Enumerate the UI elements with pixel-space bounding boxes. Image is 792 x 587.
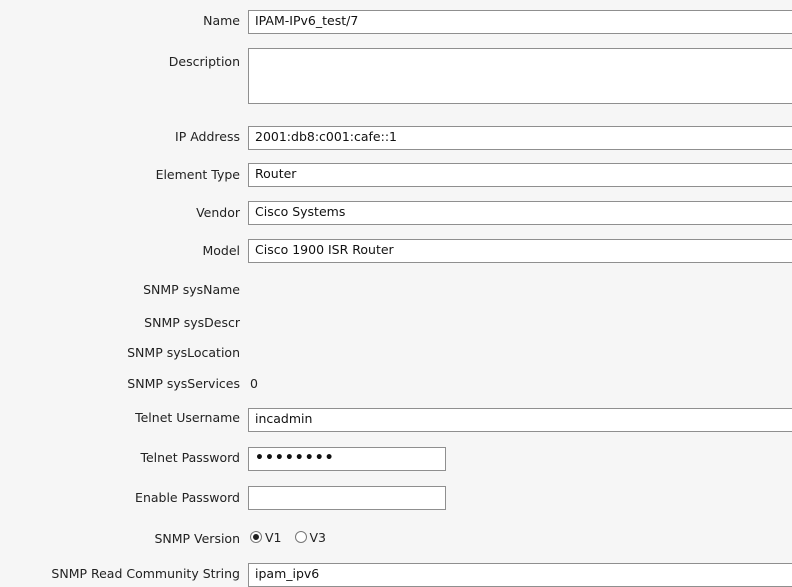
snmp-sysname-label: SNMP sysName bbox=[143, 282, 240, 297]
ip-address-input[interactable]: 2001:db8:c001:cafe::1 bbox=[248, 126, 792, 150]
snmp-sysservices-label: SNMP sysServices bbox=[127, 376, 240, 391]
telnet-password-input[interactable]: •••••••• bbox=[248, 447, 446, 471]
telnet-username-input[interactable]: incadmin bbox=[248, 408, 792, 432]
snmp-version-v3-option[interactable]: V3 bbox=[294, 530, 327, 545]
snmp-version-v3-label: V3 bbox=[309, 530, 327, 545]
snmp-syslocation-label: SNMP sysLocation bbox=[127, 345, 240, 360]
name-label: Name bbox=[203, 13, 240, 28]
element-type-value: Router bbox=[255, 166, 297, 181]
description-textarea[interactable] bbox=[248, 48, 792, 104]
enable-password-label: Enable Password bbox=[135, 490, 240, 505]
model-label: Model bbox=[202, 243, 240, 258]
vendor-value: Cisco Systems bbox=[255, 204, 346, 219]
element-type-label: Element Type bbox=[155, 167, 240, 182]
telnet-username-label: Telnet Username bbox=[135, 410, 240, 425]
snmp-read-community-label: SNMP Read Community String bbox=[51, 566, 240, 581]
vendor-label: Vendor bbox=[196, 205, 240, 220]
enable-password-input[interactable] bbox=[248, 486, 446, 510]
ip-address-label: IP Address bbox=[175, 129, 240, 144]
element-type-select[interactable]: Router bbox=[248, 163, 792, 187]
model-value: Cisco 1900 ISR Router bbox=[255, 242, 394, 257]
name-input[interactable]: IPAM-IPv6_test/7 bbox=[248, 10, 792, 34]
radio-selected-icon[interactable] bbox=[250, 531, 262, 543]
snmp-version-v1-label: V1 bbox=[265, 530, 282, 545]
model-select[interactable]: Cisco 1900 ISR Router bbox=[248, 239, 792, 263]
vendor-select[interactable]: Cisco Systems bbox=[248, 201, 792, 225]
radio-unselected-icon[interactable] bbox=[294, 531, 307, 543]
snmp-version-label: SNMP Version bbox=[154, 531, 240, 546]
snmp-version-v1-option[interactable]: V1 bbox=[250, 530, 286, 545]
snmp-sysdescr-label: SNMP sysDescr bbox=[144, 315, 240, 330]
description-label: Description bbox=[168, 54, 240, 69]
snmp-sysservices-value: 0 bbox=[250, 376, 258, 391]
snmp-read-community-input[interactable]: ipam_ipv6 bbox=[248, 563, 792, 587]
snmp-version-radio-group: V1 V3 bbox=[250, 530, 326, 545]
telnet-password-label: Telnet Password bbox=[140, 450, 240, 465]
